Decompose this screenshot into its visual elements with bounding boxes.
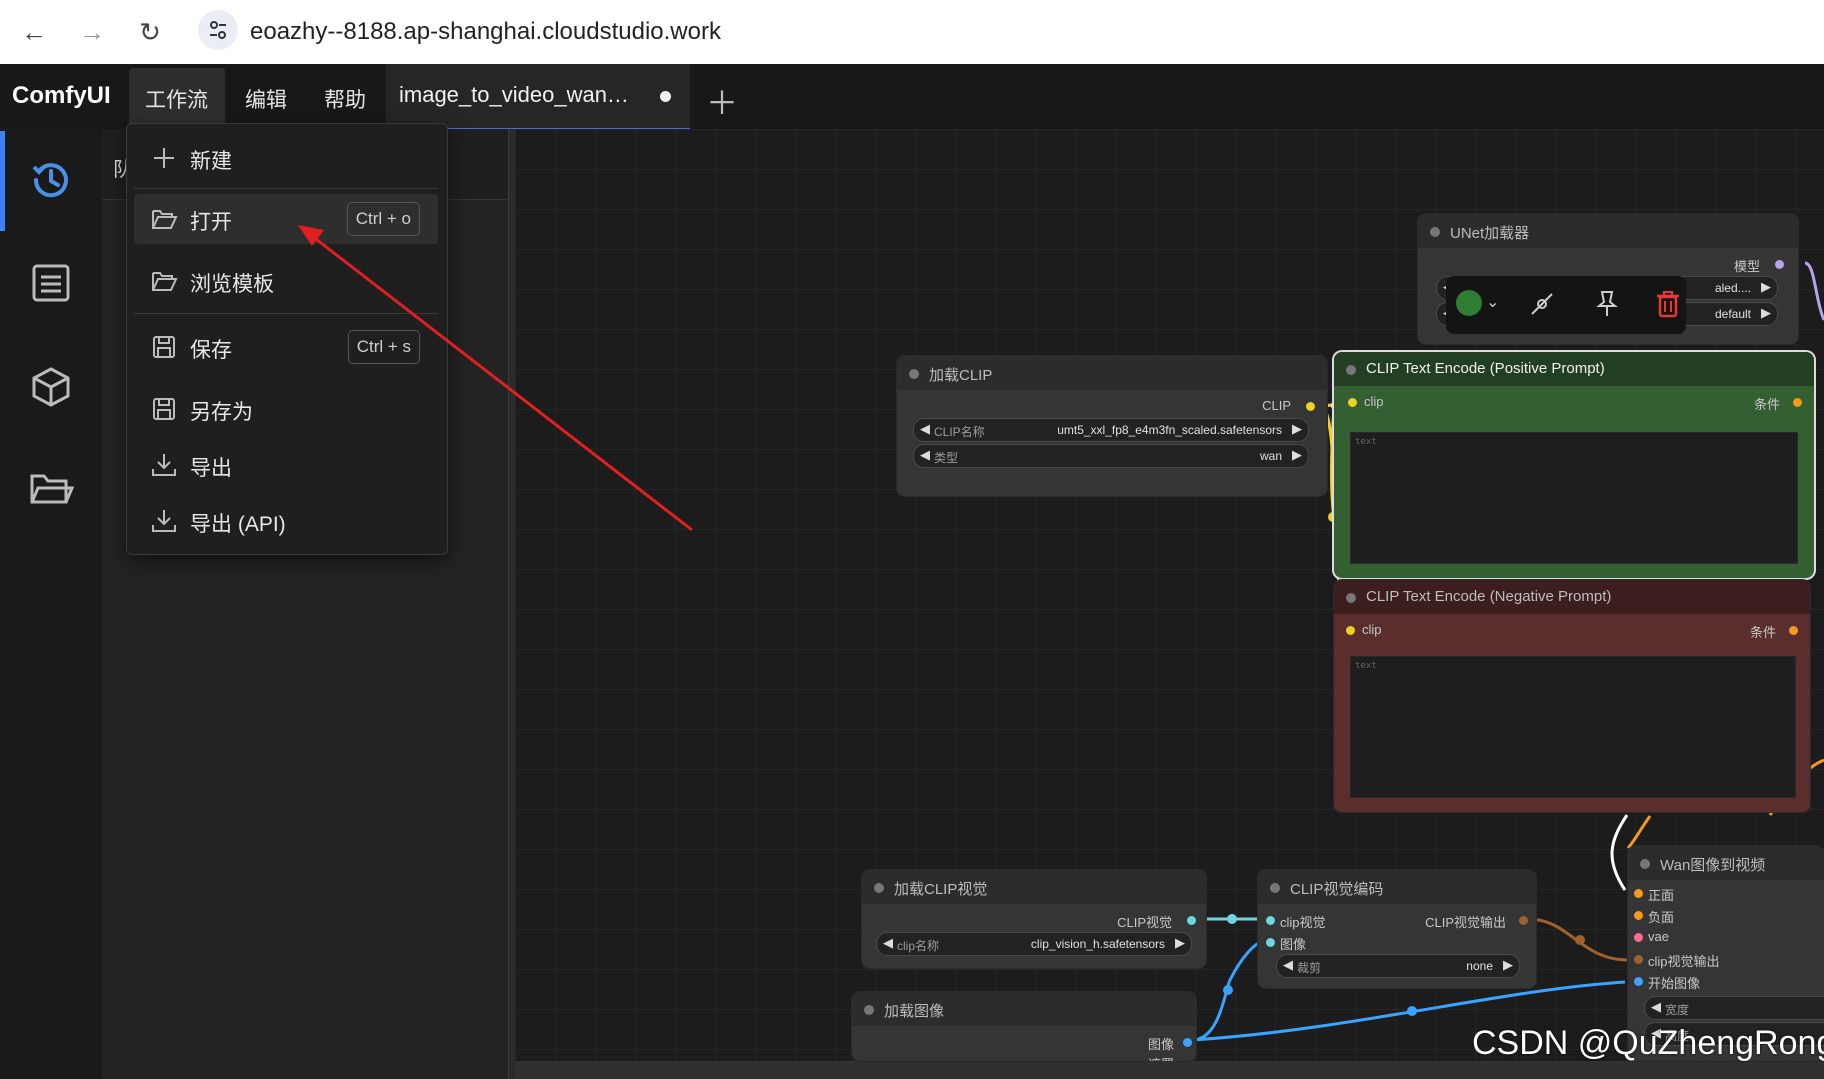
- node-load-clip-vision[interactable]: 加载CLIP视觉 CLIP视觉 ◀ clip名称 clip_vision_h.saf…: [862, 870, 1206, 968]
- menu-item-label: 保存: [190, 339, 232, 362]
- input-slot-vae[interactable]: [1634, 933, 1643, 942]
- save-icon: [150, 333, 178, 361]
- output-slot-conditioning[interactable]: [1793, 398, 1802, 407]
- node-title: CLIP视觉编码: [1290, 881, 1384, 898]
- input-label-clip: clip: [1364, 394, 1384, 409]
- output-label-clip-vision-output: CLIP视觉输出: [1425, 915, 1506, 930]
- bypass-icon[interactable]: [1526, 288, 1558, 320]
- pin-icon[interactable]: [1591, 288, 1623, 320]
- menu-item-new[interactable]: 新建: [134, 133, 438, 183]
- input-label-clip: clip: [1362, 622, 1382, 637]
- watermark: CSDN @QuZhengRong: [1472, 1024, 1824, 1062]
- node-clip-text-encode-negative[interactable]: CLIP Text Encode (Negative Prompt) clip …: [1334, 580, 1810, 812]
- node-clip-text-encode-positive[interactable]: CLIP Text Encode (Positive Prompt) clip …: [1334, 352, 1814, 578]
- delete-trash-icon[interactable]: [1652, 288, 1684, 320]
- output-slot-clip[interactable]: [1306, 402, 1315, 411]
- widget-clip-type[interactable]: ◀ 类型 wan ▶: [913, 444, 1309, 468]
- output-label-clip: CLIP: [1262, 398, 1291, 413]
- input-slot-start-image[interactable]: [1634, 977, 1643, 986]
- menu-divider: [134, 188, 438, 189]
- input-label-negative: 负面: [1648, 910, 1675, 925]
- menu-item-label: 新建: [190, 150, 232, 173]
- node-clip-vision-encode[interactable]: CLIP视觉编码 clip视觉 图像 CLIP视觉输出 ◀ 裁剪 none ▶: [1258, 870, 1536, 988]
- input-slot-clip-vision-output[interactable]: [1634, 955, 1643, 964]
- output-slot-image[interactable]: [1183, 1038, 1192, 1047]
- output-label-conditioning: 条件: [1749, 625, 1776, 640]
- plus-icon: [150, 144, 178, 172]
- node-collapse-dot[interactable]: [1346, 365, 1356, 375]
- node-load-clip[interactable]: 加载CLIP CLIP ◀ CLIP名称 umt5_xxl_fp8_e4m3fn_s…: [897, 356, 1327, 496]
- input-label-clip-vision-output: clip视觉输出: [1648, 954, 1720, 969]
- save-icon: [150, 395, 178, 423]
- output-slot-conditioning[interactable]: [1789, 626, 1798, 635]
- menu-item-label: 另存为: [190, 401, 253, 424]
- widget-clip-name[interactable]: ◀ CLIP名称 umt5_xxl_fp8_e4m3fn_scaled.safete…: [913, 418, 1309, 442]
- node-collapse-dot[interactable]: [1270, 883, 1280, 893]
- shortcut-badge: Ctrl + s: [347, 330, 420, 364]
- input-label-positive: 正面: [1648, 888, 1675, 903]
- shortcut-badge: Ctrl + o: [346, 202, 420, 236]
- node-title: CLIP Text Encode (Negative Prompt): [1366, 588, 1612, 605]
- node-collapse-dot[interactable]: [909, 369, 919, 379]
- node-collapse-dot[interactable]: [1430, 227, 1440, 237]
- menu-item-export-api[interactable]: 导出 (API): [134, 496, 438, 546]
- input-label-image: 图像: [1280, 937, 1307, 952]
- node-title: 加载图像: [884, 1003, 945, 1020]
- node-title: 加载CLIP: [929, 367, 993, 384]
- output-label-clip-vision: CLIP视觉: [1117, 915, 1172, 930]
- menu-item-save[interactable]: 保存 Ctrl + s: [134, 322, 438, 372]
- output-label-mask: 遮罩: [1148, 1054, 1174, 1061]
- node-collapse-dot[interactable]: [1640, 859, 1650, 869]
- node-title: UNet加载器: [1450, 225, 1530, 242]
- input-slot-clip[interactable]: [1348, 398, 1357, 407]
- node-title: 加载CLIP视觉: [894, 881, 988, 898]
- output-slot-clip-vision-output[interactable]: [1519, 916, 1528, 925]
- menu-item-open[interactable]: 打开 Ctrl + o: [134, 194, 438, 244]
- download-icon: [150, 451, 178, 479]
- output-label-conditioning: 条件: [1753, 397, 1780, 412]
- widget-clip-vision-name[interactable]: ◀ clip名称 clip_vision_h.safetensors ▶: [876, 932, 1192, 956]
- output-slot-clip-vision[interactable]: [1187, 916, 1196, 925]
- input-slot-clip[interactable]: [1346, 626, 1355, 635]
- node-title: CLIP Text Encode (Positive Prompt): [1366, 360, 1605, 377]
- prompt-textarea[interactable]: text: [1350, 432, 1798, 564]
- color-picker-icon[interactable]: [1456, 290, 1482, 316]
- node-load-image[interactable]: 加载图像 图像 遮罩: [852, 992, 1196, 1061]
- input-slot-clip-vision[interactable]: [1266, 916, 1275, 925]
- input-slot-positive[interactable]: [1634, 889, 1643, 898]
- node-collapse-dot[interactable]: [864, 1005, 874, 1015]
- menu-item-label: 导出 (API): [190, 513, 286, 536]
- menu-item-browse-templates[interactable]: 浏览模板: [134, 256, 438, 306]
- download-icon: [150, 507, 178, 535]
- input-label-start-image: 开始图像: [1648, 976, 1701, 991]
- node-collapse-dot[interactable]: [1346, 593, 1356, 603]
- menu-item-label: 打开: [190, 211, 232, 234]
- input-label-clip-vision: clip视觉: [1280, 915, 1326, 930]
- output-label-image: 图像: [1147, 1037, 1174, 1052]
- node-selection-toolbar: ⌄: [1446, 276, 1686, 334]
- menu-item-export[interactable]: 导出: [134, 440, 438, 490]
- prompt-textarea[interactable]: text: [1350, 656, 1796, 798]
- menu-item-label: 导出: [190, 457, 232, 480]
- menu-item-label: 浏览模板: [190, 273, 274, 296]
- input-label-vae: vae: [1648, 929, 1669, 944]
- node-collapse-dot[interactable]: [874, 883, 884, 893]
- widget-crop[interactable]: ◀ 裁剪 none ▶: [1276, 954, 1520, 978]
- chevron-down-icon[interactable]: ⌄: [1486, 292, 1499, 312]
- menu-divider: [134, 313, 438, 314]
- input-slot-image[interactable]: [1266, 938, 1275, 947]
- output-slot-model[interactable]: [1775, 260, 1784, 269]
- output-label-model: 模型: [1733, 259, 1760, 274]
- input-slot-negative[interactable]: [1634, 911, 1643, 920]
- node-title: Wan图像到视频: [1660, 857, 1766, 874]
- menu-item-save-as[interactable]: 另存为: [134, 384, 438, 434]
- widget-width[interactable]: ◀ 宽度: [1644, 996, 1824, 1020]
- folder-open-icon: [150, 267, 178, 295]
- folder-open-icon: [150, 205, 178, 233]
